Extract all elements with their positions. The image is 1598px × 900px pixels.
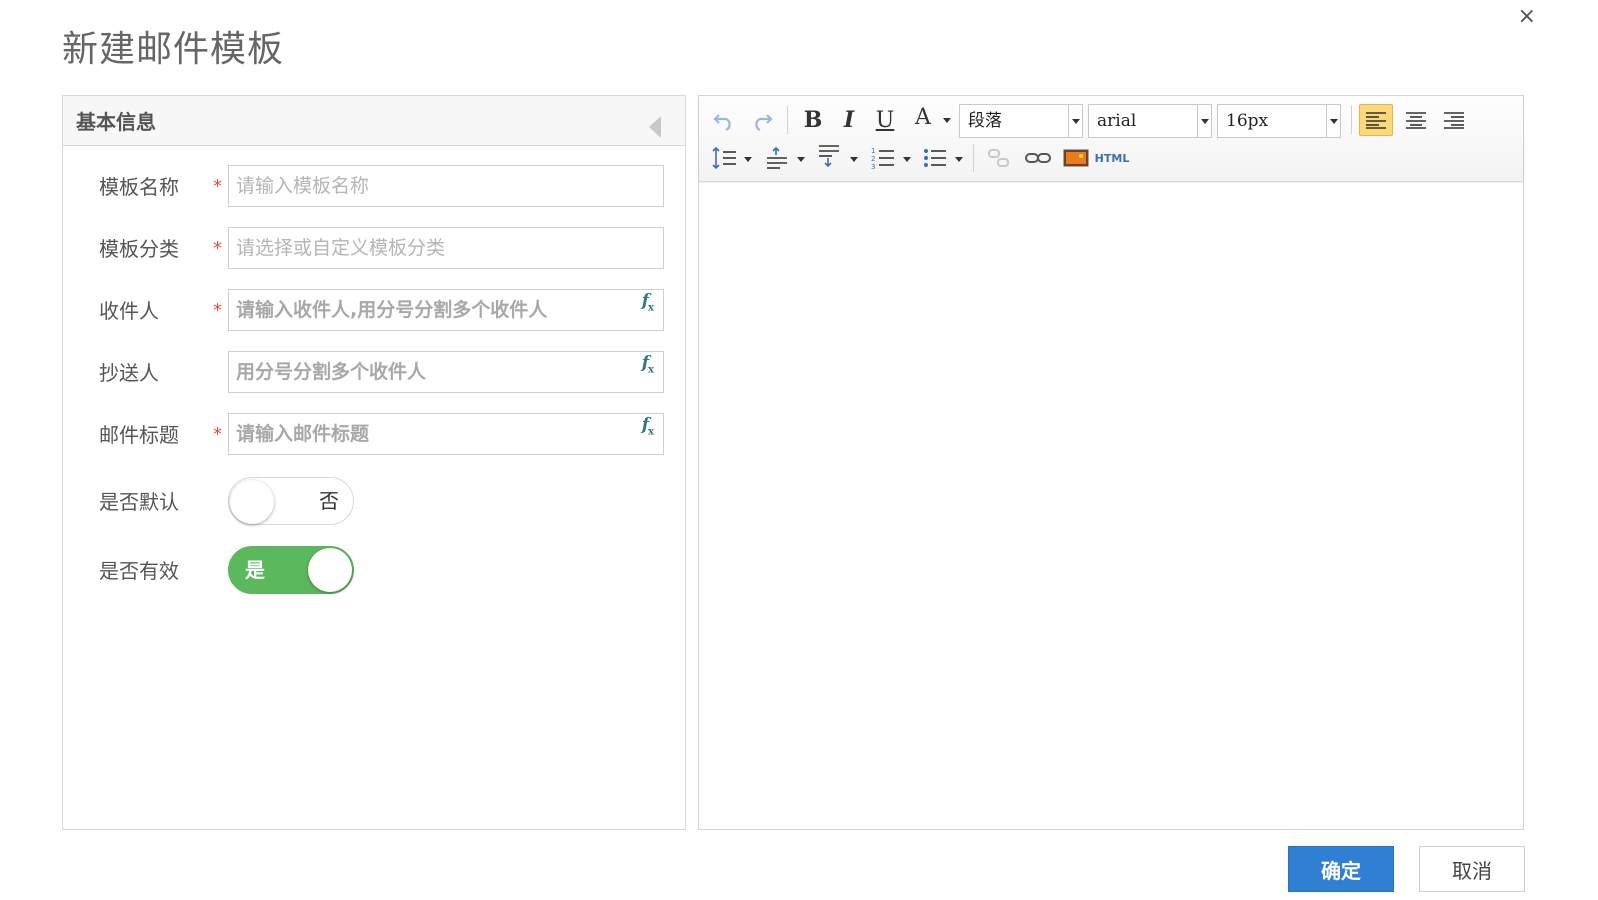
editor-content-area[interactable] (699, 183, 1523, 829)
insert-image-icon[interactable] (1061, 144, 1091, 172)
toggle-knob (308, 548, 352, 592)
field-label: 模板分类 (99, 237, 179, 261)
font-family-value: arial (1097, 111, 1137, 131)
italic-button[interactable]: I (835, 106, 863, 134)
toolbar-separator (973, 144, 974, 172)
mail-subject-input[interactable] (228, 413, 664, 455)
form-row-mail-subject: 邮件标题 * fx (63, 413, 687, 457)
rich-text-editor: B I U A 段落 arial 16px 1 2 3 HTML (698, 95, 1524, 830)
form-row-is-default: 是否默认 否 (63, 477, 687, 527)
field-label: 模板名称 (99, 175, 179, 199)
form-row-cc: 抄送人 fx (63, 351, 687, 395)
form-row-template-category: 模板分类 * (63, 227, 687, 271)
align-center-icon[interactable] (1399, 104, 1433, 136)
link-icon[interactable] (1023, 144, 1053, 172)
editor-toolbar: B I U A 段落 arial 16px 1 2 3 HTML (699, 96, 1523, 182)
required-mark: * (213, 424, 222, 445)
panel-header: 基本信息 (63, 96, 685, 146)
field-label: 是否默认 (99, 490, 179, 514)
template-category-input[interactable] (228, 227, 664, 269)
font-size-value: 16px (1226, 111, 1269, 131)
html-source-button[interactable]: HTML (1095, 146, 1130, 170)
font-color-button[interactable]: A (909, 102, 937, 132)
line-height-icon[interactable] (711, 144, 739, 172)
formula-fx-icon[interactable]: fx (642, 353, 654, 375)
field-label: 邮件标题 (99, 423, 179, 447)
bold-button[interactable]: B (799, 106, 827, 134)
field-label: 收件人 (99, 299, 159, 323)
formula-fx-icon[interactable]: fx (642, 415, 654, 437)
svg-text:1: 1 (871, 147, 875, 155)
font-size-select[interactable]: 16px (1217, 104, 1341, 138)
is-default-toggle[interactable]: 否 (228, 477, 354, 525)
toggle-knob (230, 480, 274, 524)
form-row-recipients: 收件人 * fx (63, 289, 687, 333)
chevron-down-icon[interactable] (1068, 105, 1082, 137)
recipients-input[interactable] (228, 289, 664, 331)
chevron-down-icon[interactable] (1326, 105, 1340, 137)
toggle-state-text: 否 (319, 489, 339, 513)
undo-icon[interactable] (711, 108, 737, 134)
field-label: 是否有效 (99, 559, 179, 583)
chevron-down-icon[interactable] (744, 157, 752, 162)
chevron-down-icon[interactable] (797, 157, 805, 162)
template-name-input[interactable] (228, 165, 664, 207)
font-family-select[interactable]: arial (1088, 104, 1212, 138)
toolbar-separator (787, 106, 788, 134)
required-mark: * (213, 176, 222, 197)
dialog-title: 新建邮件模板 (62, 29, 285, 70)
underline-button[interactable]: U (871, 106, 899, 134)
close-button[interactable]: × (1518, 6, 1536, 28)
redo-icon[interactable] (749, 108, 775, 134)
align-left-icon[interactable] (1359, 104, 1393, 136)
panel-splitter[interactable] (686, 95, 698, 830)
paragraph-format-value: 段落 (968, 111, 1002, 131)
is-valid-toggle[interactable]: 是 (228, 546, 354, 594)
toolbar-separator (1351, 106, 1352, 134)
chevron-down-icon[interactable] (1197, 105, 1211, 137)
unlink-icon[interactable] (985, 144, 1013, 172)
paragraph-format-select[interactable]: 段落 (959, 104, 1083, 138)
basic-info-panel: 基本信息 模板名称 * 模板分类 * 收件人 * fx (62, 95, 686, 830)
paragraph-spacing-bottom-icon[interactable] (815, 142, 843, 170)
chevron-down-icon[interactable] (955, 157, 963, 162)
required-mark: * (213, 300, 222, 321)
chevron-down-icon[interactable] (903, 157, 911, 162)
required-mark: * (213, 238, 222, 259)
cc-input[interactable] (228, 351, 664, 393)
collapse-left-icon[interactable] (649, 116, 661, 138)
confirm-button[interactable]: 确定 (1288, 846, 1394, 892)
ordered-list-icon[interactable]: 123 (869, 144, 897, 172)
formula-fx-icon[interactable]: fx (642, 291, 654, 313)
align-right-icon[interactable] (1437, 104, 1471, 136)
field-label: 抄送人 (99, 361, 159, 385)
new-mail-template-dialog: × 新建邮件模板 基本信息 模板名称 * 模板分类 * 收件人 (0, 0, 1598, 900)
chevron-down-icon[interactable] (943, 118, 951, 123)
svg-text:2: 2 (871, 155, 875, 163)
dialog-body: 基本信息 模板名称 * 模板分类 * 收件人 * fx (62, 95, 1526, 830)
svg-text:3: 3 (871, 163, 875, 170)
chevron-down-icon[interactable] (850, 157, 858, 162)
form-row-is-valid: 是否有效 是 (63, 546, 687, 596)
panel-title: 基本信息 (76, 110, 156, 134)
paragraph-spacing-top-icon[interactable] (763, 144, 791, 172)
cancel-button[interactable]: 取消 (1419, 846, 1525, 892)
toggle-state-text: 是 (245, 558, 265, 582)
unordered-list-icon[interactable] (921, 144, 949, 172)
form-row-template-name: 模板名称 * (63, 165, 687, 209)
